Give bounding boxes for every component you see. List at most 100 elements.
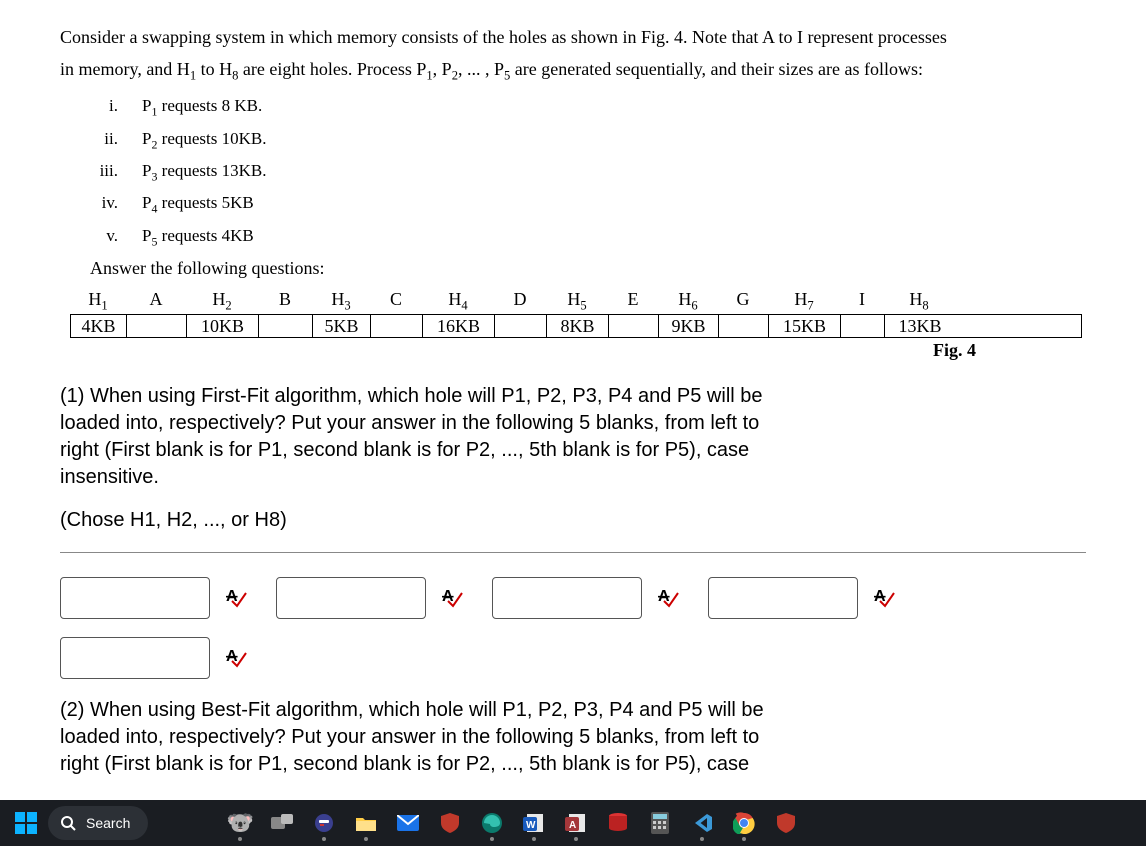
hole-label: H4 xyxy=(422,289,494,314)
answer-input-2[interactable] xyxy=(276,577,426,619)
start-button[interactable] xyxy=(6,803,46,843)
taskbar: Search 🐨 W A xyxy=(0,800,1146,846)
answer-hint: (Chose H1, H2, ..., or H8) xyxy=(60,509,1086,532)
request-item: v. P5 requests 4KB xyxy=(86,220,1086,252)
process-cell xyxy=(371,315,423,337)
hole-size: 4KB xyxy=(71,315,127,337)
request-item: ii. P2 requests 10KB. xyxy=(86,123,1086,155)
request-number: iv. xyxy=(86,187,118,219)
hole-label: H8 xyxy=(884,289,954,314)
taskbar-explorer-icon[interactable] xyxy=(346,803,386,843)
hole-size: 5KB xyxy=(313,315,371,337)
taskbar-search[interactable]: Search xyxy=(48,806,148,840)
hole-label: H7 xyxy=(768,289,840,314)
process-cell xyxy=(719,315,769,337)
request-text: P5 requests 4KB xyxy=(142,220,254,252)
intro-line-1: Consider a swapping system in which memo… xyxy=(60,22,1086,54)
blank-group-1: A xyxy=(60,577,248,619)
svg-text:A: A xyxy=(658,588,670,605)
taskbar-calc-icon[interactable] xyxy=(640,803,680,843)
intro-line-2: in memory, and H1 to H8 are eight holes.… xyxy=(60,54,1086,87)
hole-label: H6 xyxy=(658,289,718,314)
taskbar-chat-icon[interactable] xyxy=(304,803,344,843)
hole-label: H2 xyxy=(186,289,258,314)
spellcheck-icon[interactable]: A xyxy=(874,587,896,609)
request-list: i.P1 requests 8 KB.ii.P2 requests 10KB.i… xyxy=(86,90,1086,252)
process-cell xyxy=(259,315,313,337)
spellcheck-icon[interactable]: A xyxy=(226,587,248,609)
hole-label: H1 xyxy=(70,289,126,314)
hole-size: 9KB xyxy=(659,315,719,337)
svg-text:A: A xyxy=(569,820,576,831)
page-content: Consider a swapping system in which memo… xyxy=(0,0,1146,778)
taskbar-shield-icon[interactable] xyxy=(430,803,470,843)
svg-text:A: A xyxy=(874,588,886,605)
request-item: i. P1 requests 8 KB. xyxy=(86,90,1086,122)
blank-group-4: A xyxy=(708,577,896,619)
taskbar-edge-icon[interactable] xyxy=(472,803,512,843)
memory-boxes: 4KB10KB5KB16KB8KB9KB15KB13KB xyxy=(70,314,1082,338)
question-1-text: (1) When using First-Fit algorithm, whic… xyxy=(60,383,1086,491)
hole-size: 15KB xyxy=(769,315,841,337)
taskbar-db-icon[interactable] xyxy=(598,803,638,843)
process-label: I xyxy=(840,289,884,314)
hole-size: 10KB xyxy=(187,315,259,337)
search-icon xyxy=(60,815,76,831)
request-text: P1 requests 8 KB. xyxy=(142,90,262,122)
request-item: iv. P4 requests 5KB xyxy=(86,187,1086,219)
hole-label: H5 xyxy=(546,289,608,314)
answer-input-4[interactable] xyxy=(708,577,858,619)
process-label: G xyxy=(718,289,768,314)
taskbar-shield2-icon[interactable] xyxy=(766,803,806,843)
answer-input-3[interactable] xyxy=(492,577,642,619)
svg-text:A: A xyxy=(226,648,238,665)
request-item: iii. P3 requests 13KB. xyxy=(86,155,1086,187)
request-text: P3 requests 13KB. xyxy=(142,155,267,187)
blank-group-3: A xyxy=(492,577,680,619)
process-label: D xyxy=(494,289,546,314)
spellcheck-icon[interactable]: A xyxy=(658,587,680,609)
answer-input-1[interactable] xyxy=(60,577,210,619)
spellcheck-icon[interactable]: A xyxy=(226,647,248,669)
svg-text:A: A xyxy=(226,588,238,605)
answer-blanks-row-1: A A A A xyxy=(60,577,1086,619)
taskbar-chrome-icon[interactable] xyxy=(724,803,764,843)
taskbar-koala-icon[interactable]: 🐨 xyxy=(220,803,260,843)
svg-text:A: A xyxy=(442,588,454,605)
separator xyxy=(60,552,1086,553)
process-label: B xyxy=(258,289,312,314)
figure-label: Fig. 4 xyxy=(70,340,976,361)
taskbar-taskview-icon[interactable] xyxy=(262,803,302,843)
request-text: P4 requests 5KB xyxy=(142,187,254,219)
question-2-text: (2) When using Best-Fit algorithm, which… xyxy=(60,697,1086,778)
windows-logo-icon xyxy=(15,812,37,834)
answer-blanks-row-2: A xyxy=(60,637,1086,679)
blank-group-5: A xyxy=(60,637,248,679)
request-number: iii. xyxy=(86,155,118,187)
request-text: P2 requests 10KB. xyxy=(142,123,267,155)
hole-size: 13KB xyxy=(885,315,955,337)
memory-labels: H1AH2BH3CH4DH5EH6GH7IH8 xyxy=(70,289,1082,314)
answer-input-5[interactable] xyxy=(60,637,210,679)
request-number: i. xyxy=(86,90,118,122)
process-cell xyxy=(127,315,187,337)
svg-text:W: W xyxy=(526,820,536,831)
intro-text: Consider a swapping system in which memo… xyxy=(60,22,1086,86)
memory-figure: H1AH2BH3CH4DH5EH6GH7IH8 4KB10KB5KB16KB8K… xyxy=(70,289,1086,361)
process-cell xyxy=(495,315,547,337)
answer-prompt: Answer the following questions: xyxy=(90,258,1086,279)
request-number: ii. xyxy=(86,123,118,155)
taskbar-word-icon[interactable]: W xyxy=(514,803,554,843)
hole-label: H3 xyxy=(312,289,370,314)
taskbar-vscode-icon[interactable] xyxy=(682,803,722,843)
process-label: A xyxy=(126,289,186,314)
process-cell xyxy=(609,315,659,337)
taskbar-access-icon[interactable]: A xyxy=(556,803,596,843)
taskbar-mail-icon[interactable] xyxy=(388,803,428,843)
process-label: E xyxy=(608,289,658,314)
request-number: v. xyxy=(86,220,118,252)
hole-size: 16KB xyxy=(423,315,495,337)
search-label: Search xyxy=(86,815,130,831)
spellcheck-icon[interactable]: A xyxy=(442,587,464,609)
process-label: C xyxy=(370,289,422,314)
